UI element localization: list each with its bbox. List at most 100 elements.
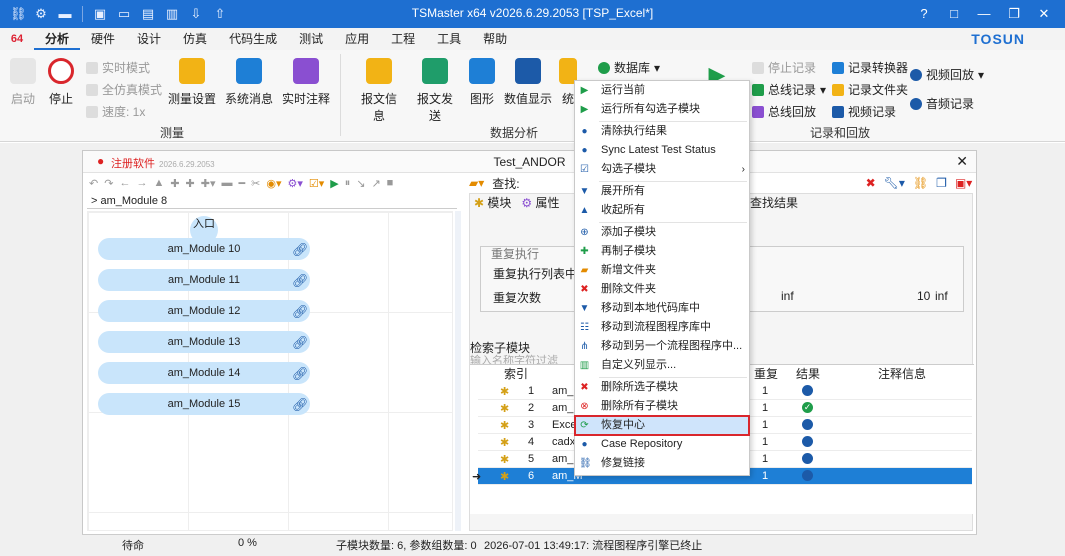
add-after-icon[interactable]: ✚▾	[201, 177, 216, 190]
cut-icon[interactable]: ✂	[251, 177, 260, 190]
help-button[interactable]: ?	[909, 0, 939, 28]
menu-codegen[interactable]: 代码生成	[218, 28, 288, 50]
tab-find-results[interactable]: 查找结果	[750, 194, 798, 212]
minus-icon[interactable]: ━	[239, 177, 246, 190]
app-logo[interactable]: 64	[0, 33, 34, 45]
menu-item-move-to-local-lib[interactable]: ▼ 移动到本地代码库中	[575, 299, 749, 318]
menu-hardware[interactable]: 硬件	[80, 28, 126, 50]
menu-test[interactable]: 测试	[288, 28, 334, 50]
menu-item-delete-folder[interactable]: ✖ 删除文件夹	[575, 280, 749, 299]
flowchart-canvas[interactable]: 入口 am_Module 10 🔗︎ am_Module 11 🔗︎ am_Mo…	[87, 211, 453, 531]
add-icon[interactable]: ✚	[170, 177, 179, 190]
menu-item-collapse-all[interactable]: ▲ 收起所有	[575, 201, 749, 220]
realtime-mode-toggle[interactable]: 实时模式	[86, 59, 150, 76]
message-info-button[interactable]: 报文信息	[356, 58, 402, 124]
menu-item-sync-status[interactable]: ● Sync Latest Test Status	[575, 141, 749, 160]
arrow-left-icon[interactable]: ←	[119, 177, 130, 189]
menu-item-repair-links[interactable]: ⛓ 修复链接	[575, 454, 749, 473]
link-icon[interactable]: 🔗︎	[292, 397, 309, 412]
database-dropdown[interactable]: 数据库 ▾	[598, 59, 660, 76]
zoom-icon[interactable]: ◉▾	[266, 177, 281, 190]
restore-layout-button[interactable]: □	[939, 0, 969, 28]
menu-item-clear-results[interactable]: ● 清除执行结果	[575, 122, 749, 141]
flow-node[interactable]: am_Module 14	[98, 362, 310, 384]
settings-icon[interactable]: ⚙▾	[287, 177, 302, 190]
system-messages-button[interactable]: 系统消息	[224, 58, 274, 107]
menu-tools[interactable]: 工具	[426, 28, 472, 50]
link-icon[interactable]: 🔗︎	[292, 242, 309, 257]
vertical-scrollbar[interactable]	[455, 211, 461, 531]
menu-item-new-folder[interactable]: ▰ 新增文件夹	[575, 261, 749, 280]
flow-node[interactable]: am_Module 11	[98, 269, 310, 291]
step-icon[interactable]: ↘	[356, 177, 365, 190]
realtime-note-button[interactable]: 实时注释	[282, 58, 330, 107]
arrow-up-icon[interactable]: ▲	[153, 177, 164, 189]
redo-icon[interactable]: ↷	[104, 177, 113, 190]
menu-analysis[interactable]: 分析	[34, 28, 81, 50]
menu-item-case-repository[interactable]: ● Case Repository	[575, 435, 749, 454]
bus-record-button[interactable]: 总线记录 ▾	[752, 81, 826, 98]
menu-item-expand-all[interactable]: ▼ 展开所有	[575, 182, 749, 201]
menu-item-move-to-flow-lib[interactable]: ☷ 移动到流程图程序库中	[575, 318, 749, 337]
video-replay-button[interactable]: 视频回放 ▾	[910, 66, 984, 83]
link-icon[interactable]: 🔗︎	[292, 366, 309, 381]
minimize-button[interactable]: —	[969, 0, 999, 28]
measure-settings-button[interactable]: 测量设置	[168, 58, 216, 107]
menu-item-recovery-center[interactable]: ⟳ 恢复中心	[574, 415, 750, 436]
col-repeat-header[interactable]: 重复	[754, 365, 778, 382]
col-index-header[interactable]: 索引	[504, 365, 528, 382]
message-send-button[interactable]: 报文发送	[412, 58, 458, 124]
delete-icon[interactable]: ▬	[222, 177, 233, 189]
menu-design[interactable]: 设计	[126, 28, 172, 50]
link-icon[interactable]: 🔗︎	[292, 335, 309, 350]
maximize-button[interactable]: ❐	[999, 0, 1029, 28]
stop-icon[interactable]: ■	[387, 177, 394, 189]
menu-item-custom-columns[interactable]: ▥ 自定义列显示...	[575, 356, 749, 375]
speed-selector[interactable]: 速度: 1x	[86, 103, 145, 120]
repeat-count-input[interactable]: 10	[917, 289, 930, 303]
copy-icon[interactable]: ❐	[936, 176, 947, 190]
export-dropdown-icon[interactable]: ▣▾	[955, 176, 972, 190]
tab-module[interactable]: ✱ 模块	[474, 194, 511, 212]
menu-simulation[interactable]: 仿真	[172, 28, 218, 50]
tools-icon[interactable]: 🔧︎▾	[884, 176, 905, 190]
menu-help[interactable]: 帮助	[472, 28, 518, 50]
close-icon[interactable]: ✕	[956, 153, 968, 170]
link-icon[interactable]: 🔗︎	[292, 273, 309, 288]
step-out-icon[interactable]: ↗	[371, 177, 380, 190]
run-icon[interactable]: ▶	[330, 177, 338, 190]
audio-record-button[interactable]: 音频记录	[910, 95, 974, 112]
link-icon[interactable]: 🔗︎	[292, 304, 309, 319]
folder-dropdown-icon[interactable]: ▰▾	[469, 176, 484, 190]
add-child-icon[interactable]: ✚	[186, 177, 195, 190]
menu-application[interactable]: 应用	[334, 28, 380, 50]
menu-item-run-current[interactable]: ▶ 运行当前	[575, 81, 749, 100]
graph-button[interactable]: 图形	[466, 58, 498, 107]
flow-node[interactable]: am_Module 12	[98, 300, 310, 322]
menu-item-move-to-other-flow[interactable]: ⋔ 移动到另一个流程图程序中...	[575, 337, 749, 356]
menu-item-duplicate-submodule[interactable]: ✚ 再制子模块	[575, 242, 749, 261]
close-button[interactable]: ✕	[1029, 0, 1059, 28]
menu-item-add-submodule[interactable]: ⊕ 添加子模块	[575, 223, 749, 242]
arrow-right-icon[interactable]: →	[136, 177, 147, 189]
menu-project[interactable]: 工程	[380, 28, 426, 50]
menu-item-run-checked[interactable]: ▶ 运行所有勾选子模块	[575, 100, 749, 119]
link-tool-icon[interactable]: ⛓	[913, 176, 928, 190]
stop-button[interactable]: 停止	[44, 58, 78, 107]
menu-item-delete-all[interactable]: ⊗ 删除所有子模块	[575, 397, 749, 416]
start-button[interactable]: 启动	[6, 58, 40, 107]
flow-node[interactable]: am_Module 15	[98, 393, 310, 415]
checklist-icon[interactable]: ☑▾	[309, 177, 324, 190]
menu-item-delete-selected[interactable]: ✖ 删除所选子模块	[575, 378, 749, 397]
numeric-display-button[interactable]: 数值显示	[504, 58, 552, 107]
log-folder-button[interactable]: 记录文件夹	[832, 81, 908, 98]
log-converter-button[interactable]: 记录转换器	[832, 59, 908, 76]
undo-icon[interactable]: ↶	[89, 177, 98, 190]
pause-icon[interactable]: ⏸	[345, 177, 351, 190]
col-result-header[interactable]: 结果	[796, 365, 820, 382]
video-record-button[interactable]: 视频记录	[832, 103, 896, 120]
full-sim-mode-toggle[interactable]: 全仿真模式	[86, 81, 162, 98]
menu-item-check-submodule[interactable]: ☑ 勾选子模块 ›	[575, 160, 749, 179]
col-note-header[interactable]: 注释信息	[878, 365, 926, 382]
breadcrumb[interactable]: > am_Module 8	[87, 193, 457, 209]
